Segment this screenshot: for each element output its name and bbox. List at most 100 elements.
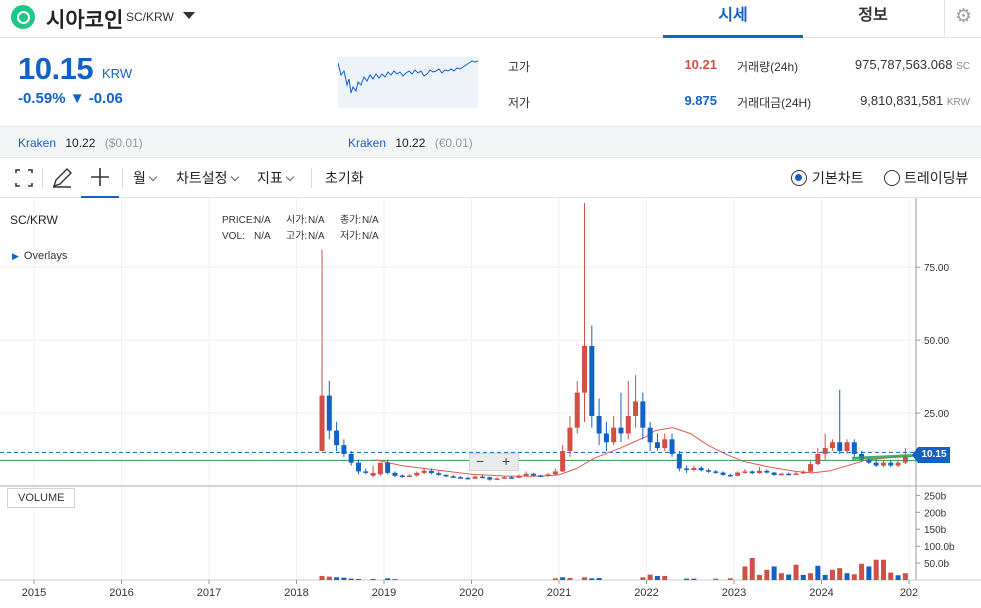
candle-body [377,462,383,475]
chart-settings-label: 차트설정 [176,170,228,186]
chart-toolbar: 월 차트설정 지표 초기화 기본차트 트레이딩뷰 [0,158,981,198]
ohlc-legend-key: VOL: [222,231,245,242]
volume-number: 975,787,563.068 [854,57,953,72]
candle-body [720,472,726,475]
exchange-strip: Kraken 10.22 ($0.01) Kraken 10.22 (€0.01… [0,126,981,158]
chart-pair-label: SC/KRW [10,213,58,227]
volume-bar [552,578,558,580]
exchange-item[interactable]: Kraken 10.22 (€0.01) [348,136,473,150]
coin-logo-icon [11,5,35,29]
volume-bar [808,573,814,580]
candle-body [479,476,485,479]
zoom-in-button[interactable]: + [502,453,510,469]
volume-bar [691,578,697,580]
basic-chart-radio[interactable] [791,170,807,186]
price-unit: KRW [102,66,133,81]
candle-body [428,470,434,474]
candle-body [392,472,398,476]
amount-unit: KRW [946,97,970,108]
draw-button[interactable] [50,158,74,198]
exchange-name: Kraken [18,136,57,150]
volume-bar [888,572,894,580]
volume-bar [844,573,850,580]
fullscreen-button[interactable] [14,158,36,198]
ohlc-legend: PRICE:N/A 시가:N/A 종가:N/A VOL: N/A 고가:N/A 저가:N/A [222,213,382,245]
settings-button[interactable]: ⚙ [944,0,981,38]
exchange-name: Kraken [348,136,387,150]
candle-body [436,473,442,475]
crosshair-icon [91,168,109,186]
volume-bar [392,578,398,580]
candle-body [808,464,814,472]
exchange-item[interactable]: Kraken 10.22 ($0.01) [18,136,143,150]
volume-bar [742,566,748,580]
basic-chart-label[interactable]: 기본차트 [812,158,864,198]
candle-body [509,477,515,479]
volume-bar [873,559,879,580]
exchange-price: 10.22 [65,136,96,150]
coin-dropdown-icon[interactable] [183,12,195,19]
coin-pair: SC/KRW [126,10,174,24]
vol-y-tick-label: 50.0b [924,559,949,570]
volume-bar [859,563,865,580]
candle-body [735,472,741,476]
candle-body [334,430,340,446]
candle-body [786,473,792,476]
volume-bar [567,577,573,580]
candle-body [691,467,697,470]
candle-body [822,448,828,454]
indicators-dropdown[interactable]: 지표 [257,158,295,198]
exchange-diff: ($0.01) [104,136,143,150]
toolbar-divider [42,168,43,188]
candle-body [880,462,886,466]
x-tick-label: 2020 [459,587,483,599]
volume-bar [837,568,843,580]
volume-bar [713,578,719,580]
candle-body [530,473,536,476]
volume-bar [589,578,595,580]
trading-view-radio[interactable] [884,170,900,186]
volume-bar [829,569,835,580]
candle-body [319,395,325,451]
pencil-icon [52,168,72,188]
toolbar-divider [122,168,123,188]
ohlc-legend-key: PRICE: [222,215,256,226]
chart-area[interactable]: 75.00 50.00 25.00 250b 200b 150b 100.0b 50.0b 20… [0,198,981,608]
candle-body [582,345,588,393]
candle-body [355,462,361,472]
candle-body [516,476,522,478]
candle-body [399,475,405,477]
candle-body [596,415,602,434]
candle-body [611,427,617,443]
candle-body [370,472,376,476]
zoom-out-button[interactable]: − [476,453,484,469]
candlestick-chart[interactable]: 75.00 50.00 25.00 250b 200b 150b 100.0b 50.0b 20… [0,198,981,608]
x-tick-label: 2018 [284,587,308,599]
price-change: -0.59% ▼ -0.06 [18,90,123,107]
candle-body [888,462,894,466]
candle-body [501,477,507,479]
volume-bar [355,578,361,580]
trading-view-label[interactable]: 트레이딩뷰 [904,158,968,198]
candle-body [633,401,639,416]
volume-label: 거래량(24h) [737,60,799,74]
tab-info[interactable]: 정보 [803,0,943,38]
gear-icon: ⚙ [955,6,973,27]
overlays-toggle[interactable]: Overlays [12,250,67,262]
candle-body [844,442,850,451]
candle-body [363,471,369,473]
candle-body [494,478,500,480]
candle-body [851,442,857,454]
volume-bar [582,577,588,580]
ohlc-legend-row: PRICE:N/A 시가:N/A 종가:N/A [222,213,382,229]
volume-bar [326,576,332,580]
sparkline-svg [337,60,479,94]
volume-bar [866,566,872,580]
tab-price[interactable]: 시세 [663,0,803,38]
chart-settings-dropdown[interactable]: 차트설정 [176,158,239,198]
candle-body [458,477,464,479]
reset-button[interactable]: 초기화 [325,158,364,198]
crosshair-button[interactable] [81,158,119,198]
period-dropdown[interactable]: 월 [133,158,158,198]
volume-bar [902,573,908,580]
